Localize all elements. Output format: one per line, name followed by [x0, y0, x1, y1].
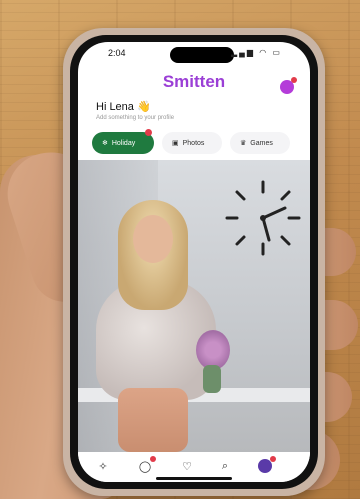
settings-icon[interactable] — [280, 77, 297, 94]
app-title: Smitten — [162, 72, 226, 91]
dynamic-island — [170, 47, 234, 63]
profile-avatar[interactable] — [256, 456, 276, 474]
snowflake-icon: ❄ — [102, 140, 108, 147]
notification-dot — [270, 456, 276, 462]
wall-clock — [225, 180, 301, 256]
status-icons: ▂▄▆ ◠ ▭ — [231, 48, 282, 57]
notification-dot — [291, 77, 297, 83]
chat-icon[interactable]: ◯ — [136, 456, 156, 474]
hearts-icon[interactable]: ♡ — [178, 458, 196, 474]
chip-holiday[interactable]: ❄ Holiday — [92, 129, 154, 154]
search-icon[interactable]: ⌕ — [216, 458, 234, 474]
vase — [203, 365, 221, 393]
legs — [118, 388, 188, 452]
chip-row: ❄ Holiday ▣ Photos ♛ Games — [92, 129, 310, 156]
crown-icon: ♛ — [240, 140, 247, 147]
chip-photos[interactable]: ▣ Photos — [162, 132, 222, 154]
greeting-subtitle: Add something to your profile — [96, 115, 175, 121]
chip-label: Holiday — [111, 139, 136, 147]
face — [133, 215, 173, 263]
camera-icon: ▣ — [172, 140, 179, 147]
status-time: 2:04 — [108, 48, 126, 58]
chip-label: Games — [250, 139, 273, 147]
profile-photo[interactable] — [78, 160, 310, 452]
chip-badge — [145, 129, 152, 136]
sparkle-icon[interactable]: ✧ — [94, 458, 112, 474]
notification-dot — [150, 456, 156, 462]
home-indicator — [156, 477, 232, 480]
phone-screen: 2:04 ▂▄▆ ◠ ▭ Smitten Hi Lena 👋 Add somet… — [78, 42, 310, 482]
flowers — [196, 330, 230, 370]
status-bar: 2:04 ▂▄▆ ◠ ▭ — [78, 42, 310, 68]
chip-games[interactable]: ♛ Games — [230, 132, 290, 154]
greeting: Hi Lena 👋 — [96, 101, 151, 113]
chip-label: Photos — [182, 139, 205, 147]
